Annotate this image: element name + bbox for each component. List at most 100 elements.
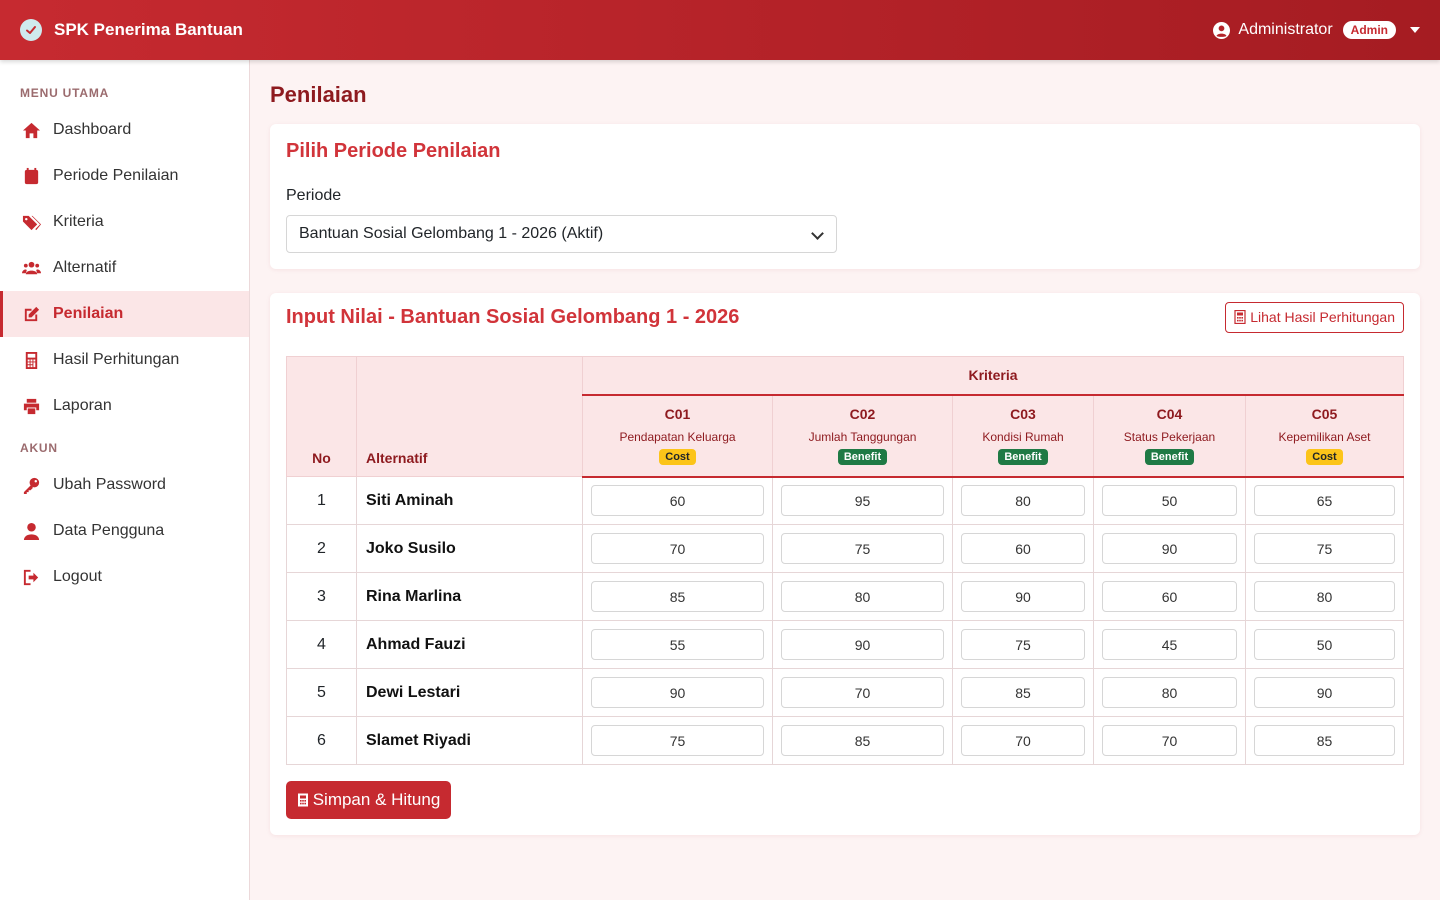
criteria-code: C05: [1311, 405, 1338, 422]
view-result-button[interactable]: Lihat Hasil Perhitungan: [1225, 301, 1404, 333]
home-icon: [22, 122, 41, 138]
user-menu[interactable]: Administrator Admin: [1213, 21, 1420, 39]
check-circle-icon: [20, 19, 42, 41]
sidebar-item-dashboard[interactable]: Dashboard: [0, 107, 249, 153]
chevron-down-icon: [811, 227, 824, 240]
value-cell: 80: [952, 476, 1094, 525]
value-cell: 75: [1245, 524, 1404, 573]
period-select[interactable]: Bantuan Sosial Gelombang 1 - 2026 (Aktif…: [286, 215, 837, 253]
score-input-c02[interactable]: 95: [781, 485, 944, 517]
value-cell: 75: [582, 716, 773, 765]
sidebar-item-kriteria[interactable]: Kriteria: [0, 199, 249, 245]
save-calculate-button[interactable]: Simpan & Hitung: [286, 781, 451, 819]
edit-icon: [24, 306, 40, 321]
score-input-c05[interactable]: 90: [1254, 677, 1395, 708]
score-input-c03[interactable]: 70: [961, 725, 1085, 756]
criteria-header-c03: C03 Kondisi Rumah Benefit: [952, 394, 1094, 478]
user-name: Administrator: [1238, 21, 1333, 38]
score-input-c01[interactable]: 70: [591, 533, 764, 564]
score-input-c03[interactable]: 90: [961, 581, 1085, 612]
value-cell: 90: [1245, 668, 1404, 717]
user-circle-icon: [1213, 21, 1231, 39]
value-cell: 60: [1093, 572, 1246, 621]
chevron-down-icon[interactable]: [1410, 27, 1420, 33]
score-input-c03[interactable]: 75: [961, 629, 1085, 660]
sidebar-item-logout[interactable]: Logout: [0, 554, 249, 600]
score-input-c04[interactable]: 90: [1102, 533, 1237, 564]
score-input-c05[interactable]: 75: [1254, 533, 1395, 564]
table-row: 3 Rina Marlina 85 80 90 60 80: [286, 572, 1404, 621]
sidebar-item-label: Dashboard: [53, 121, 132, 138]
sidebar-item-penilaian[interactable]: Penilaian: [0, 291, 249, 337]
table-row: 2 Joko Susilo 70 75 60 90 75: [286, 524, 1404, 573]
table-row: 6 Slamet Riyadi 75 85 70 70 85: [286, 716, 1404, 765]
value-cell: 85: [772, 716, 953, 765]
table-row: 1 Siti Aminah 60 95 80 50 65: [286, 476, 1404, 525]
criteria-header-c01: C01 Pendapatan Keluarga Cost: [582, 394, 773, 478]
sidebar-item-hasil[interactable]: Hasil Perhitungan: [0, 337, 249, 383]
criteria-type-badge: Benefit: [1144, 448, 1195, 465]
value-cell: 85: [1245, 716, 1404, 765]
score-input-c05[interactable]: 80: [1254, 581, 1395, 612]
score-input-c02[interactable]: 80: [781, 581, 944, 612]
assessment-table: No Alternatif Kriteria C01 Pendapatan Kel…: [286, 356, 1404, 765]
score-input-c03[interactable]: 60: [961, 533, 1085, 564]
top-navbar: SPK Penerima Bantuan Administrator Admin: [0, 0, 1440, 60]
score-input-c05[interactable]: 50: [1254, 629, 1395, 660]
score-input-c02[interactable]: 85: [781, 725, 944, 756]
criteria-code: C04: [1156, 405, 1183, 422]
score-input-c04[interactable]: 45: [1102, 629, 1237, 660]
criteria-type-badge: Benefit: [837, 448, 888, 465]
score-input-c05[interactable]: 85: [1254, 725, 1395, 756]
criteria-name: Kondisi Rumah: [982, 429, 1064, 444]
value-cell: 60: [952, 524, 1094, 573]
score-input-c02[interactable]: 70: [781, 677, 944, 708]
value-cell: 70: [1093, 716, 1246, 765]
score-input-c02[interactable]: 90: [781, 629, 944, 660]
row-number: 3: [286, 572, 357, 621]
sidebar-item-data-pengguna[interactable]: Data Pengguna: [0, 508, 249, 554]
sidebar-item-periode[interactable]: Periode Penilaian: [0, 153, 249, 199]
brand[interactable]: SPK Penerima Bantuan: [20, 19, 243, 41]
score-input-c01[interactable]: 90: [591, 677, 764, 708]
alternative-name: Dewi Lestari: [356, 668, 583, 717]
value-cell: 80: [1093, 668, 1246, 717]
criteria-name: Kepemilikan Aset: [1278, 429, 1371, 444]
table-row: 4 Ahmad Fauzi 55 90 75 45 50: [286, 620, 1404, 669]
score-input-c04[interactable]: 60: [1102, 581, 1237, 612]
score-input-c01[interactable]: 85: [591, 581, 764, 612]
score-input-c04[interactable]: 70: [1102, 725, 1237, 756]
sidebar-item-ubah-password[interactable]: Ubah Password: [0, 462, 249, 508]
score-input-c04[interactable]: 80: [1102, 677, 1237, 708]
score-input-c03[interactable]: 85: [961, 677, 1085, 708]
sidebar-item-label: Logout: [53, 568, 102, 585]
score-input-c02[interactable]: 75: [781, 533, 944, 564]
sidebar-section-main: MENU UTAMA: [20, 86, 110, 100]
value-cell: 80: [1245, 572, 1404, 621]
value-cell: 60: [582, 476, 773, 525]
role-badge: Admin: [1342, 21, 1396, 39]
criteria-code: C03: [1010, 405, 1036, 422]
score-input-c01[interactable]: 60: [591, 485, 764, 517]
score-input-c04[interactable]: 50: [1102, 485, 1237, 517]
sidebar-item-alternatif[interactable]: Alternatif: [0, 245, 249, 291]
brand-title: SPK Penerima Bantuan: [54, 20, 243, 39]
criteria-header-c05: C05 Kepemilikan Aset Cost: [1245, 394, 1404, 478]
criteria-type-badge: Cost: [1306, 448, 1343, 465]
view-result-label: Lihat Hasil Perhitungan: [1250, 309, 1395, 325]
value-cell: 90: [772, 620, 953, 669]
score-input-c03[interactable]: 80: [961, 485, 1085, 517]
score-input-c01[interactable]: 75: [591, 725, 764, 756]
criteria-name: Pendapatan Keluarga: [619, 429, 736, 444]
sidebar-item-label: Ubah Password: [53, 476, 166, 493]
sidebar-item-label: Penilaian: [53, 305, 124, 322]
value-cell: 95: [772, 476, 953, 525]
key-icon: [23, 477, 40, 494]
score-input-c05[interactable]: 65: [1254, 485, 1395, 517]
criteria-type-badge: Benefit: [998, 448, 1048, 465]
sidebar-section-account: AKUN: [20, 441, 58, 455]
criteria-name: Jumlah Tanggungan: [808, 429, 917, 444]
score-input-c01[interactable]: 55: [591, 629, 764, 660]
sidebar: MENU UTAMA Dashboard Periode Penilaian K…: [0, 60, 250, 900]
sidebar-item-laporan[interactable]: Laporan: [0, 383, 249, 429]
